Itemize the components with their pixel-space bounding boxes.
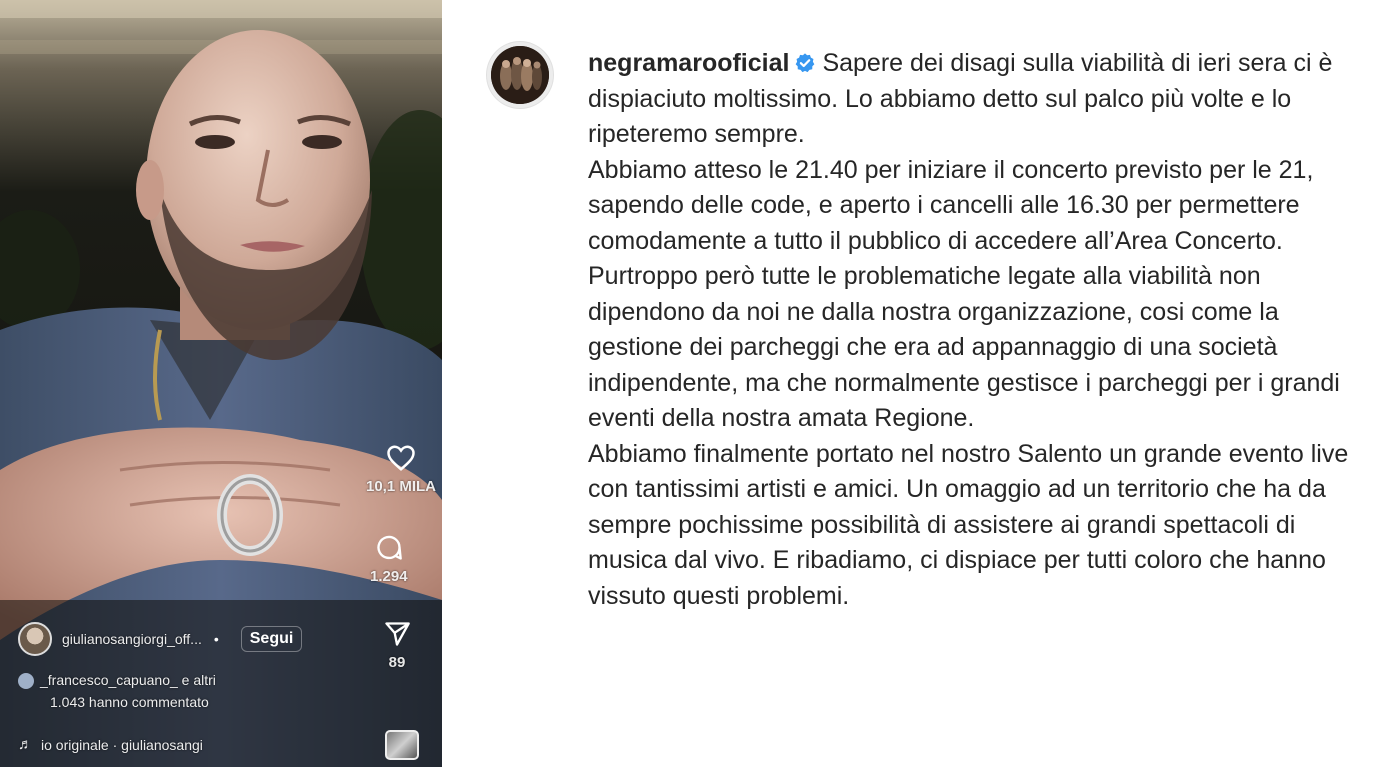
commented-count[interactable]: 1.043 hanno commentato	[50, 694, 209, 710]
audio-thumbnail[interactable]	[385, 730, 419, 760]
post-username[interactable]: negramarooficial	[588, 49, 789, 77]
shares-count: 89	[388, 654, 406, 671]
reel-author-row: giulianosangiorgi_off... • Segui	[18, 622, 303, 656]
comment-button[interactable]: 1.294	[370, 534, 408, 585]
reel-video-frame[interactable]: 10,1 MILA 1.294 89 giulianosangiorgi_off…	[0, 0, 442, 767]
caption-first-paragraph: negramarooficial Sapere dei disagi sulla…	[588, 46, 1378, 153]
comments-count: 1.294	[370, 568, 408, 585]
follow-button[interactable]: Segui	[240, 626, 303, 652]
music-note-icon: ♬	[18, 736, 33, 753]
likes-count: 10,1 MILA	[366, 478, 437, 495]
commenters-text: _francesco_capuano_ e altri	[40, 672, 216, 688]
author-username[interactable]: giulianosangiorgi_off...	[62, 631, 202, 647]
commenters-summary[interactable]: _francesco_capuano_ e altri	[18, 672, 216, 690]
post-caption: negramarooficial Sapere dei disagi sulla…	[588, 46, 1378, 614]
audio-row[interactable]: ♬ io originale · giulianosangi	[18, 736, 203, 753]
like-button[interactable]: 10,1 MILA	[366, 444, 436, 495]
post-caption-panel: negramarooficial Sapere dei disagi sulla…	[442, 0, 1400, 767]
caption-paragraph: Abbiamo finalmente portato nel nostro Sa…	[588, 439, 1349, 610]
commenter-avatar	[18, 673, 34, 690]
verified-badge-icon	[796, 53, 815, 73]
caption-paragraph: Abbiamo atteso le 21.40 per iniziare il …	[588, 155, 1314, 255]
author-avatar[interactable]	[18, 622, 52, 656]
share-button[interactable]: 89	[383, 620, 411, 671]
band-photo	[491, 46, 549, 104]
profile-avatar[interactable]	[487, 42, 553, 108]
heart-icon	[387, 445, 415, 471]
share-icon	[385, 622, 410, 646]
caption-paragraph: Purtroppo però tutte le problematiche le…	[588, 262, 1340, 432]
audio-label: io originale · giulianosangi	[41, 736, 203, 753]
comment-icon	[377, 535, 402, 560]
dot-separator: •	[213, 631, 219, 647]
